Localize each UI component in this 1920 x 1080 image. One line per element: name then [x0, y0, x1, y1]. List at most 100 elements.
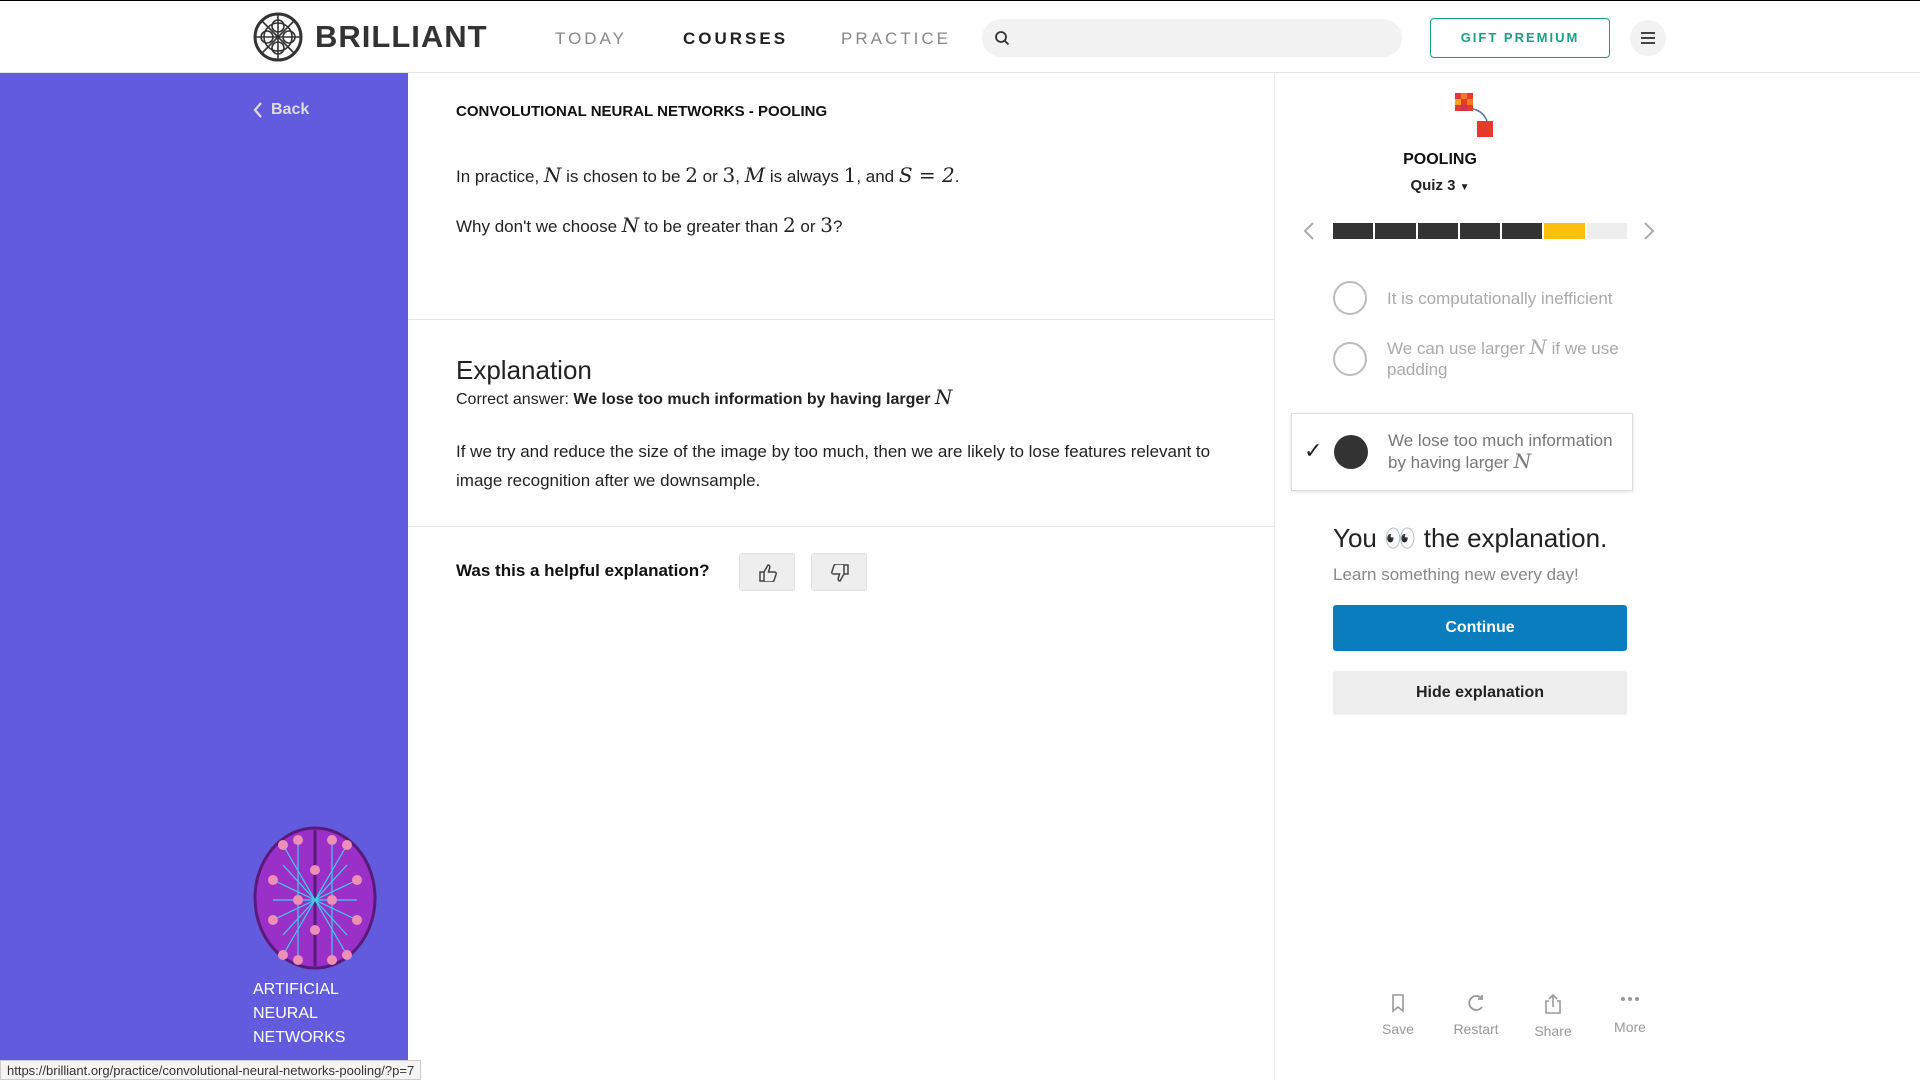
correct-answer: Correct answer: We lose too much informa…	[456, 385, 952, 409]
math-num: 3	[722, 163, 736, 187]
quiz-selector[interactable]: Quiz 3 ▼	[1275, 177, 1605, 194]
more-label: More	[1614, 1019, 1646, 1035]
browser-status-url: https://brilliant.org/practice/convoluti…	[0, 1060, 422, 1080]
question-text: is chosen to be	[561, 167, 686, 186]
nav-today[interactable]: TODAY	[555, 29, 627, 49]
progress-segment-done	[1502, 223, 1543, 239]
menu-icon-line	[1641, 42, 1655, 44]
progress-segment-todo	[1586, 223, 1627, 239]
continue-button[interactable]: Continue	[1333, 605, 1627, 651]
topic-title: POOLING	[1403, 151, 1477, 168]
thumbs-up-button[interactable]	[739, 553, 795, 591]
answer-option-2[interactable]: We can use larger N if we use padding	[1333, 337, 1633, 380]
top-bar: BRILLIANT TODAY COURSES PRACTICE GIFT PR…	[0, 0, 1920, 73]
question-text: or	[795, 217, 821, 236]
menu-icon-line	[1641, 32, 1655, 34]
back-label: Back	[271, 101, 310, 118]
result-heading-part: You	[1333, 523, 1377, 553]
math-equation: S = 2	[898, 163, 955, 187]
question-text: , and	[856, 167, 899, 186]
math-var: N	[1529, 335, 1547, 359]
math-num: 2	[782, 213, 796, 237]
question-text: is always	[765, 167, 844, 186]
brand-name: BRILLIANT	[315, 19, 488, 54]
pooling-topic-icon	[1455, 93, 1493, 137]
progress-segment-current	[1544, 223, 1585, 239]
radio-button-selected[interactable]	[1334, 435, 1368, 469]
logo-icon	[253, 12, 303, 62]
chevron-left-icon	[253, 102, 262, 118]
prev-problem-button[interactable]	[1303, 221, 1315, 247]
math-var: N	[934, 385, 953, 409]
explanation-title: Explanation	[456, 355, 592, 385]
math-var: M	[744, 163, 766, 187]
thumbs-down-icon	[831, 564, 849, 582]
progress-segment-done	[1459, 223, 1501, 239]
correct-answer-prefix: Correct answer:	[456, 391, 574, 408]
option-text: We can use larger N if we use padding	[1387, 337, 1633, 380]
answer-option-3-selected[interactable]: ✓ We lose too much information by having…	[1291, 413, 1633, 491]
option-text: It is computationally inefficient	[1387, 288, 1613, 308]
progress-segment-done	[1333, 223, 1374, 239]
share-button[interactable]: Share	[1523, 993, 1583, 1039]
feedback-question: Was this a helpful explanation?	[456, 561, 710, 580]
restart-button[interactable]: Restart	[1446, 993, 1506, 1037]
save-button[interactable]: Save	[1368, 993, 1428, 1037]
math-var: N	[1513, 449, 1532, 473]
eyes-icon: 👀	[1384, 523, 1417, 553]
radio-button[interactable]	[1333, 341, 1367, 376]
question-text: ?	[832, 217, 843, 236]
explanation-body: If we try and reduce the size of the ima…	[456, 442, 1211, 490]
more-dots-icon	[1621, 997, 1639, 1001]
thumbs-down-button[interactable]	[811, 553, 867, 591]
radio-button[interactable]	[1333, 281, 1367, 315]
section-divider	[408, 319, 1274, 320]
progress-segment-done	[1375, 223, 1416, 239]
course-sidebar: Back ARTIFICIAL NEURAL NETWORKS	[0, 73, 408, 1080]
gift-premium-button[interactable]: GIFT PREMIUM	[1430, 18, 1610, 58]
option-text: We lose too much information by having l…	[1388, 430, 1633, 473]
problem-content: CONVOLUTIONAL NEURAL NETWORKS - POOLING …	[408, 73, 1274, 1080]
caret-down-icon: ▼	[1459, 182, 1470, 193]
more-button[interactable]: More	[1600, 993, 1660, 1035]
save-label: Save	[1382, 1021, 1414, 1037]
option-text-part: We can use larger	[1387, 339, 1530, 358]
quiz-panel: POOLING Quiz 3 ▼ It is computationally i…	[1275, 73, 1920, 1080]
math-var: N	[621, 213, 640, 237]
math-var: N	[543, 163, 562, 187]
nav-courses[interactable]: COURSES	[683, 29, 788, 49]
bookmark-icon	[1392, 994, 1404, 1013]
back-link[interactable]: Back	[253, 101, 309, 119]
question-text: ,	[735, 167, 745, 186]
nav-practice[interactable]: PRACTICE	[841, 29, 951, 49]
share-icon	[1545, 993, 1561, 1014]
next-problem-button[interactable]	[1643, 221, 1655, 247]
question-text: Why don't we choose	[456, 217, 622, 236]
brain-network-icon[interactable]	[253, 825, 377, 971]
question-text: to be greater than	[639, 217, 783, 236]
option-text-part: We lose too much information by having l…	[1388, 431, 1613, 472]
answer-option-1[interactable]: It is computationally inefficient	[1333, 281, 1633, 315]
chevron-right-icon	[1644, 222, 1655, 240]
page-title: CONVOLUTIONAL NEURAL NETWORKS - POOLING	[456, 103, 828, 120]
question-text: .	[954, 167, 960, 186]
quiz-progress-bar	[1333, 223, 1627, 239]
correct-answer-text: We lose too much information by having l…	[573, 391, 931, 408]
restart-icon	[1468, 995, 1483, 1011]
result-heading: You 👀 the explanation.	[1333, 523, 1607, 554]
result-heading-part: the explanation.	[1423, 523, 1608, 553]
search-icon	[995, 31, 1010, 46]
math-num: 1	[843, 163, 857, 187]
question-line-1: In practice, N is chosen to be 2 or 3, M…	[456, 163, 960, 187]
hide-explanation-button[interactable]: Hide explanation	[1333, 671, 1627, 715]
share-label: Share	[1534, 1023, 1572, 1039]
hamburger-menu-button[interactable]	[1630, 20, 1666, 56]
search-input[interactable]	[982, 19, 1402, 57]
math-num: 3	[820, 213, 833, 237]
question-text: In practice,	[456, 167, 544, 186]
thumbs-up-icon	[759, 564, 777, 582]
question-line-2: Why don't we choose N to be greater than…	[456, 213, 842, 237]
restart-label: Restart	[1453, 1021, 1499, 1037]
course-name[interactable]: ARTIFICIAL NEURAL NETWORKS	[253, 978, 373, 1050]
brand-logo[interactable]: BRILLIANT	[253, 12, 488, 62]
